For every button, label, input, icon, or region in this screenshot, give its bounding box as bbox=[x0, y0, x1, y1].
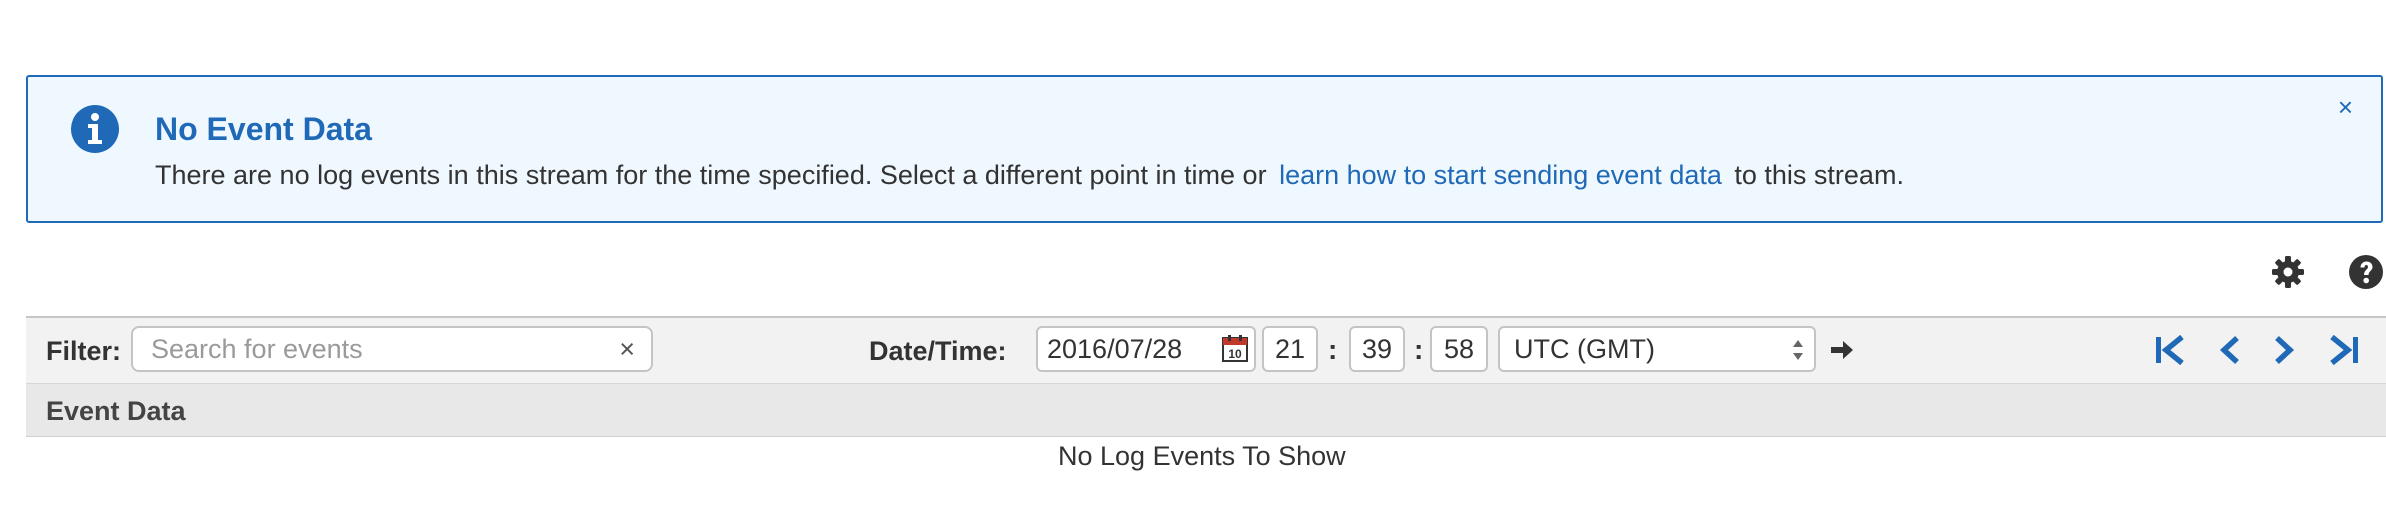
timezone-value: UTC (GMT) bbox=[1514, 334, 1655, 364]
help-icon[interactable] bbox=[2348, 254, 2384, 290]
search-input[interactable] bbox=[151, 332, 571, 366]
alert-message-text: There are no log events in this stream f… bbox=[155, 160, 1267, 190]
search-box: × bbox=[131, 326, 653, 372]
alert-message: There are no log events in this stream f… bbox=[155, 159, 1904, 191]
cloudwatch-log-stream-view: No Event Data There are no log events in… bbox=[0, 0, 2386, 512]
events-table-header: Event Data bbox=[26, 384, 2386, 437]
hour-input[interactable]: 21 bbox=[1262, 326, 1318, 372]
select-arrows-icon bbox=[1793, 340, 1803, 360]
last-page-icon[interactable] bbox=[2326, 333, 2362, 367]
arrow-right-icon[interactable] bbox=[1829, 336, 1855, 364]
time-separator: : bbox=[1328, 334, 1338, 365]
calendar-icon[interactable]: 10 bbox=[1222, 334, 1248, 362]
second-input[interactable]: 58 bbox=[1430, 326, 1488, 372]
datetime-label: Date/Time: bbox=[869, 336, 1007, 366]
empty-state-message: No Log Events To Show bbox=[1058, 441, 1346, 471]
learn-more-link[interactable]: learn how to start sending event data bbox=[1279, 160, 1722, 190]
filter-label: Filter: bbox=[46, 336, 122, 366]
previous-page-icon[interactable] bbox=[2212, 333, 2248, 367]
minute-input[interactable]: 39 bbox=[1349, 326, 1405, 372]
close-icon[interactable]: × bbox=[2338, 93, 2353, 121]
calendar-day: 10 bbox=[1228, 347, 1242, 361]
alert-title: No Event Data bbox=[155, 111, 372, 147]
timezone-select[interactable]: UTC (GMT) bbox=[1498, 326, 1816, 372]
log-toolbar: Filter: × Date/Time: 2016/07/28 10 21 : … bbox=[26, 316, 2386, 384]
info-icon bbox=[71, 105, 119, 153]
first-page-icon[interactable] bbox=[2152, 333, 2188, 367]
clear-search-icon[interactable]: × bbox=[619, 333, 635, 365]
column-header-event-data[interactable]: Event Data bbox=[46, 395, 186, 427]
next-page-icon[interactable] bbox=[2266, 333, 2302, 367]
gear-icon[interactable] bbox=[2270, 254, 2306, 290]
no-event-data-alert: No Event Data There are no log events in… bbox=[26, 75, 2383, 223]
time-separator: : bbox=[1414, 334, 1424, 365]
alert-message-suffix: to this stream. bbox=[1734, 160, 1904, 190]
